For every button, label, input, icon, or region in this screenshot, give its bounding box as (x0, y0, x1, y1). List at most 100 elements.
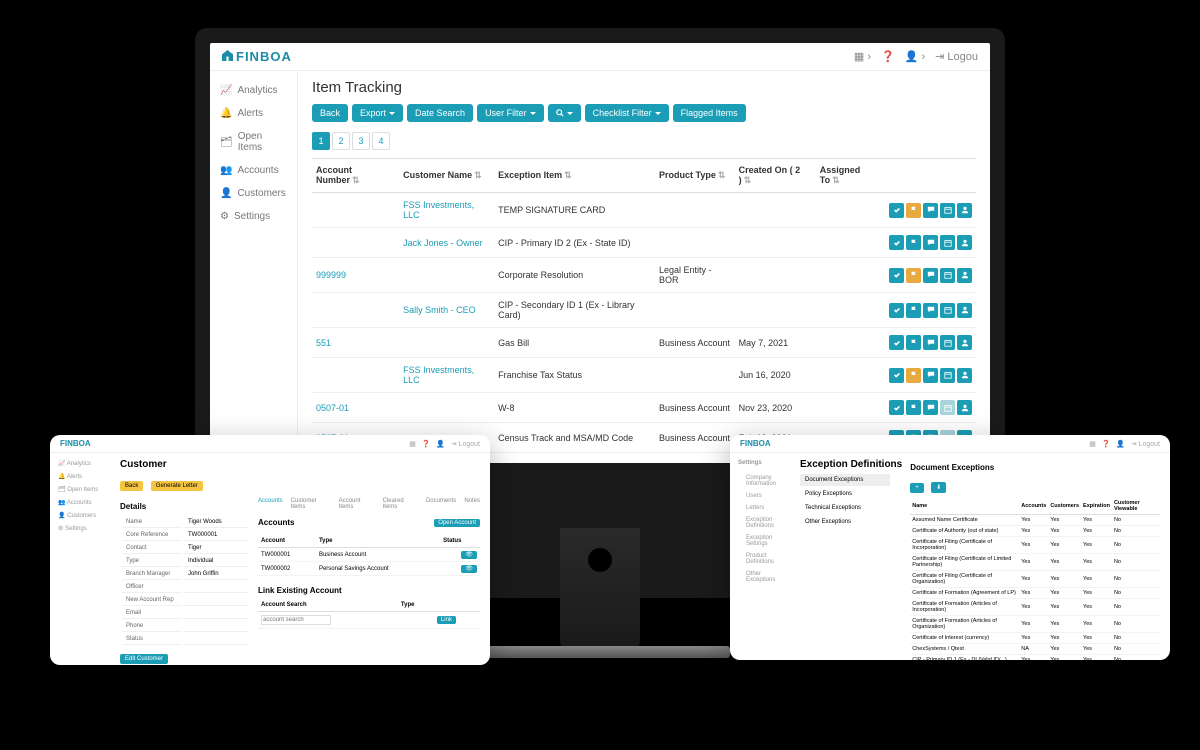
sidebar-item-customers[interactable]: 👤 Customers (210, 182, 297, 205)
assign-action[interactable] (957, 335, 972, 350)
settings-item[interactable]: Company Information (738, 472, 782, 490)
col-customer[interactable]: Customer Name⇅ (399, 159, 494, 193)
sidebar-item-settings[interactable]: ⚙ Settings (210, 205, 297, 228)
help-icon[interactable]: ❓ (881, 50, 895, 63)
col-assigned[interactable]: Assigned To⇅ (816, 159, 885, 193)
link-button[interactable]: Link (437, 616, 456, 624)
check-action[interactable] (889, 303, 904, 318)
assign-action[interactable] (957, 368, 972, 383)
date-action[interactable] (940, 368, 955, 383)
col-account[interactable]: Account Number⇅ (312, 159, 399, 193)
checklist-filter-button[interactable]: Checklist Filter (585, 104, 669, 122)
comment-action[interactable] (923, 335, 938, 350)
view-account[interactable]: 👁 (461, 551, 477, 559)
comment-action[interactable] (923, 368, 938, 383)
flagged-button[interactable]: Flagged Items (673, 104, 746, 122)
sidebar-item-accounts[interactable]: 👥 Accounts (210, 159, 297, 182)
check-action[interactable] (889, 335, 904, 350)
edit-customer-button[interactable]: Edit Customer (120, 654, 168, 664)
flag-action[interactable] (906, 235, 921, 250)
customer-link[interactable]: Sally Smith - CEO (403, 305, 476, 315)
generate-letter-chip[interactable]: Generate Letter (151, 481, 203, 491)
check-action[interactable] (889, 368, 904, 383)
settings-item[interactable]: Exception Settings (738, 532, 782, 550)
tab-customer-items[interactable]: Customer Items (291, 498, 331, 510)
logout-link[interactable]: ⇥ Logou (935, 50, 978, 63)
flag-action[interactable] (906, 335, 921, 350)
lp-side-item[interactable]: 📈 Analytics (50, 457, 110, 470)
col-created[interactable]: Created On ( 2 )⇅ (735, 159, 816, 193)
col-product[interactable]: Product Type⇅ (655, 159, 735, 193)
assign-action[interactable] (957, 268, 972, 283)
settings-item[interactable]: Other Exceptions (738, 568, 782, 586)
comment-action[interactable] (923, 303, 938, 318)
date-action[interactable] (940, 400, 955, 415)
comment-action[interactable] (923, 235, 938, 250)
sidebar-item-alerts[interactable]: 🔔 Alerts (210, 102, 297, 125)
comment-action[interactable] (923, 400, 938, 415)
date-action[interactable] (940, 303, 955, 318)
page-4[interactable]: 4 (372, 132, 390, 150)
page-3[interactable]: 3 (352, 132, 370, 150)
flag-action[interactable] (906, 368, 921, 383)
back-button[interactable]: Back (312, 104, 348, 122)
assign-action[interactable] (957, 235, 972, 250)
date-search-button[interactable]: Date Search (407, 104, 473, 122)
tab-cleared-items[interactable]: Cleared Items (383, 498, 418, 510)
flag-action[interactable] (906, 203, 921, 218)
tab-account-items[interactable]: Account Items (339, 498, 375, 510)
date-action[interactable] (940, 268, 955, 283)
settings-item[interactable]: Letters (738, 502, 782, 514)
account-link[interactable]: 551 (316, 338, 331, 348)
tab-notes[interactable]: Notes (464, 498, 480, 510)
export-button[interactable]: Export (352, 104, 403, 122)
def-item[interactable]: Other Exceptions (800, 516, 890, 528)
page-2[interactable]: 2 (332, 132, 350, 150)
account-link[interactable]: 0507-01 (316, 403, 349, 413)
settings-item[interactable]: Exception Definitions (738, 514, 782, 532)
back-chip[interactable]: Back (120, 481, 143, 491)
assign-action[interactable] (957, 303, 972, 318)
view-account[interactable]: 👁 (461, 565, 477, 573)
comment-action[interactable] (923, 203, 938, 218)
check-action[interactable] (889, 400, 904, 415)
comment-action[interactable] (923, 268, 938, 283)
user-icon[interactable]: 👤 › (905, 50, 925, 63)
user-filter-button[interactable]: User Filter (477, 104, 544, 122)
lp-side-item[interactable]: 👥 Accounts (50, 496, 110, 509)
tab-documents[interactable]: Documents (426, 498, 456, 510)
account-link[interactable]: 999999 (316, 270, 346, 280)
def-item[interactable]: Technical Exceptions (800, 502, 890, 514)
settings-item[interactable]: Product Definitions (738, 550, 782, 568)
lp-side-item[interactable]: 👤 Customers (50, 509, 110, 522)
flag-action[interactable] (906, 268, 921, 283)
assign-action[interactable] (957, 400, 972, 415)
flag-action[interactable] (906, 303, 921, 318)
lp-side-item[interactable]: 🔔 Alerts (50, 470, 110, 483)
account-search-input[interactable] (261, 615, 331, 625)
grid-icon[interactable]: ▦ › (854, 50, 871, 63)
date-action[interactable] (940, 235, 955, 250)
sidebar-item-analytics[interactable]: 📈 Analytics (210, 79, 297, 102)
date-action[interactable] (940, 335, 955, 350)
assign-action[interactable] (957, 203, 972, 218)
customer-link[interactable]: FSS Investments, LLC (403, 365, 474, 385)
open-account-button[interactable]: Open Account (434, 519, 480, 527)
sidebar-item-open-items[interactable]: 🗂 Open Items (210, 125, 297, 159)
customer-link[interactable]: Jack Jones - Owner (403, 238, 483, 248)
page-1[interactable]: 1 (312, 132, 330, 150)
flag-action[interactable] (906, 400, 921, 415)
search-button[interactable] (548, 104, 581, 122)
def-item[interactable]: Document Exceptions (800, 474, 890, 486)
tab-accounts[interactable]: Accounts (258, 498, 283, 510)
def-item[interactable]: Policy Exceptions (800, 488, 890, 500)
check-action[interactable] (889, 203, 904, 218)
add-button[interactable]: + (910, 483, 924, 493)
settings-item[interactable]: Users (738, 490, 782, 502)
download-button[interactable]: ⬇ (931, 482, 946, 493)
lp-side-item[interactable]: 🗂 Open Items (50, 483, 110, 496)
check-action[interactable] (889, 235, 904, 250)
lp-side-item[interactable]: ⚙ Settings (50, 522, 110, 535)
customer-link[interactable]: FSS Investments, LLC (403, 200, 474, 220)
col-exception[interactable]: Exception Item⇅ (494, 159, 655, 193)
